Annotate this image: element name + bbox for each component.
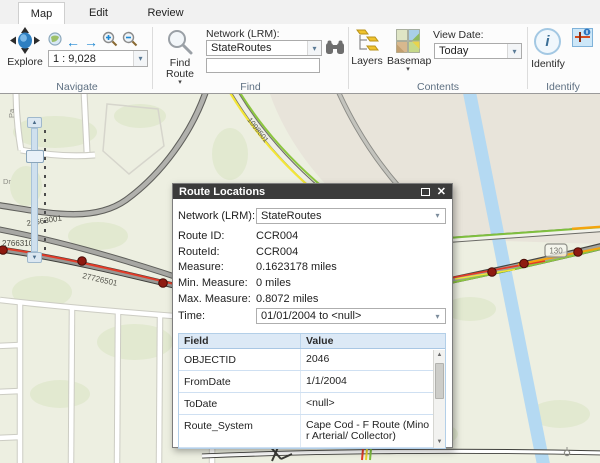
identify-label: Identify	[531, 58, 565, 70]
route-id-input[interactable]	[206, 58, 320, 73]
route-point-marker	[77, 256, 87, 266]
contents-group-label: Contents	[416, 81, 460, 93]
dialog-header[interactable]: Route Locations ✕	[173, 184, 452, 199]
map-scale-combo[interactable]: 1 : 9,028 ▾	[48, 50, 148, 67]
tab-edit[interactable]: Edit	[65, 2, 132, 24]
time-row: Time: 01/01/2004 to <null> ▾	[178, 308, 446, 325]
table-row[interactable]: ToDate <null>	[179, 392, 445, 415]
table-header: Field Value	[179, 333, 445, 349]
route-point-marker	[573, 247, 583, 257]
dialog-title: Route Locations	[179, 185, 266, 198]
attributes-table: Field Value OBJECTID 2046 FromDate 1/1/2…	[178, 332, 446, 449]
maximize-icon[interactable]	[420, 187, 430, 196]
close-icon[interactable]: ✕	[437, 186, 446, 197]
network-combo[interactable]: StateRoutes ▾	[256, 207, 446, 224]
field-column-header: Field	[179, 333, 301, 348]
street-name-label: Pa	[7, 108, 16, 118]
network-row: Network (LRM): StateRoutes ▾	[178, 207, 446, 224]
min-measure-value: 0 miles	[256, 277, 291, 290]
group-identify: i Identify Identify	[528, 24, 598, 94]
basemap-button[interactable]: Basemap ▾	[387, 29, 431, 73]
next-extent-icon[interactable]: →	[84, 35, 98, 49]
ribbon-tab-bar: Map Edit Review	[0, 0, 600, 24]
route-id-value: CCR004	[256, 229, 299, 242]
identify-route-icon	[574, 28, 591, 48]
find-group-label: Find	[240, 81, 261, 93]
slider-down-icon[interactable]: ▼	[27, 252, 42, 263]
tab-review[interactable]: Review	[132, 2, 199, 24]
binoculars-icon[interactable]	[326, 40, 344, 60]
scroll-up-icon[interactable]: ▲	[434, 350, 445, 361]
measure-value: 0.1623178 miles	[256, 261, 337, 274]
network-lrm-combo[interactable]: StateRoutes ▾	[206, 40, 322, 56]
group-find: Find Route ▾ Network (LRM): StateRoutes …	[153, 24, 348, 94]
explore-label: Explore	[7, 56, 43, 68]
explore-button[interactable]: Explore	[4, 27, 46, 68]
route-point-marker	[519, 258, 529, 269]
scroll-down-icon[interactable]: ▼	[434, 437, 445, 448]
routeid-row: RouteId: CCR004	[178, 244, 446, 260]
chevron-down-icon[interactable]: ▾	[430, 309, 445, 323]
table-row[interactable]: OBJECTID 2046	[179, 348, 445, 371]
view-date-combo[interactable]: Today ▾	[434, 43, 522, 59]
tab-map[interactable]: Map	[18, 2, 65, 24]
time-combo[interactable]: 01/01/2004 to <null> ▾	[256, 308, 446, 325]
chevron-down-icon[interactable]: ▾	[430, 209, 445, 223]
chevron-down-icon: ▾	[406, 66, 410, 73]
table-row[interactable]: FromDate 1/1/2004	[179, 370, 445, 393]
dialog-body: Network (LRM): StateRoutes ▾ Route ID: C…	[173, 199, 452, 449]
route-locations-dialog: Route Locations ✕ Network (LRM): StateRo…	[172, 183, 453, 449]
slider-up-icon[interactable]: ▲	[27, 117, 42, 128]
table-scrollbar[interactable]: ▲ ▼	[433, 349, 445, 448]
identify-icon: i	[545, 33, 550, 50]
app-window: Map Edit Review Explore ← → 1: 9,028 ▾ …	[0, 0, 600, 463]
find-route-button[interactable]: Find Route ▾	[161, 29, 199, 86]
route-shield-label: 130	[549, 247, 563, 256]
network-lrm-label: Network (LRM):	[206, 28, 280, 40]
navigate-group-label: Navigate	[56, 81, 98, 93]
scroll-thumb[interactable]	[435, 362, 444, 399]
slider-ticks	[44, 130, 46, 250]
full-extent-globe-icon[interactable]	[48, 32, 62, 51]
max-measure-row: Max. Measure: 0.8072 miles	[178, 291, 446, 307]
ribbon-toolbar: Explore ← → 1: 9,028 ▾ Navigate Find Ro…	[0, 24, 600, 94]
measure-row: Measure: 0.1623178 miles	[178, 260, 446, 276]
chevron-down-icon[interactable]: ▾	[507, 44, 521, 58]
identify-group-label: Identify	[546, 81, 580, 93]
max-measure-value: 0.8072 miles	[256, 293, 319, 306]
fixed-zoom-in-icon[interactable]	[102, 31, 118, 52]
identify-button[interactable]: i	[534, 28, 561, 55]
layers-button[interactable]: Layers	[349, 29, 385, 67]
view-date-label: View Date:	[433, 29, 484, 41]
street-name-label: Dr	[3, 177, 11, 186]
route-id-row: Route ID: CCR004	[178, 228, 446, 244]
fixed-zoom-out-icon[interactable]	[122, 31, 138, 52]
route-point-marker	[487, 267, 497, 277]
min-measure-row: Min. Measure: 0 miles	[178, 275, 446, 291]
previous-extent-icon[interactable]: ←	[66, 35, 80, 49]
identify-route-locations-button[interactable]	[572, 28, 593, 47]
group-contents: Layers Basemap ▾ View Date: Today ▾ Cont…	[349, 24, 527, 94]
slider-thumb[interactable]	[26, 150, 44, 163]
route-point-marker	[158, 278, 168, 288]
group-navigate: Explore ← → 1: 9,028 ▾ Navigate	[2, 24, 152, 94]
routeid-value: CCR004	[256, 245, 299, 258]
slider-track[interactable]	[31, 128, 38, 252]
value-column-header: Value	[306, 334, 334, 347]
chevron-down-icon[interactable]: ▾	[307, 41, 321, 55]
chevron-down-icon[interactable]: ▾	[133, 51, 147, 66]
table-row[interactable]: Route_System Cape Cod - F Route (Minor A…	[179, 414, 445, 448]
